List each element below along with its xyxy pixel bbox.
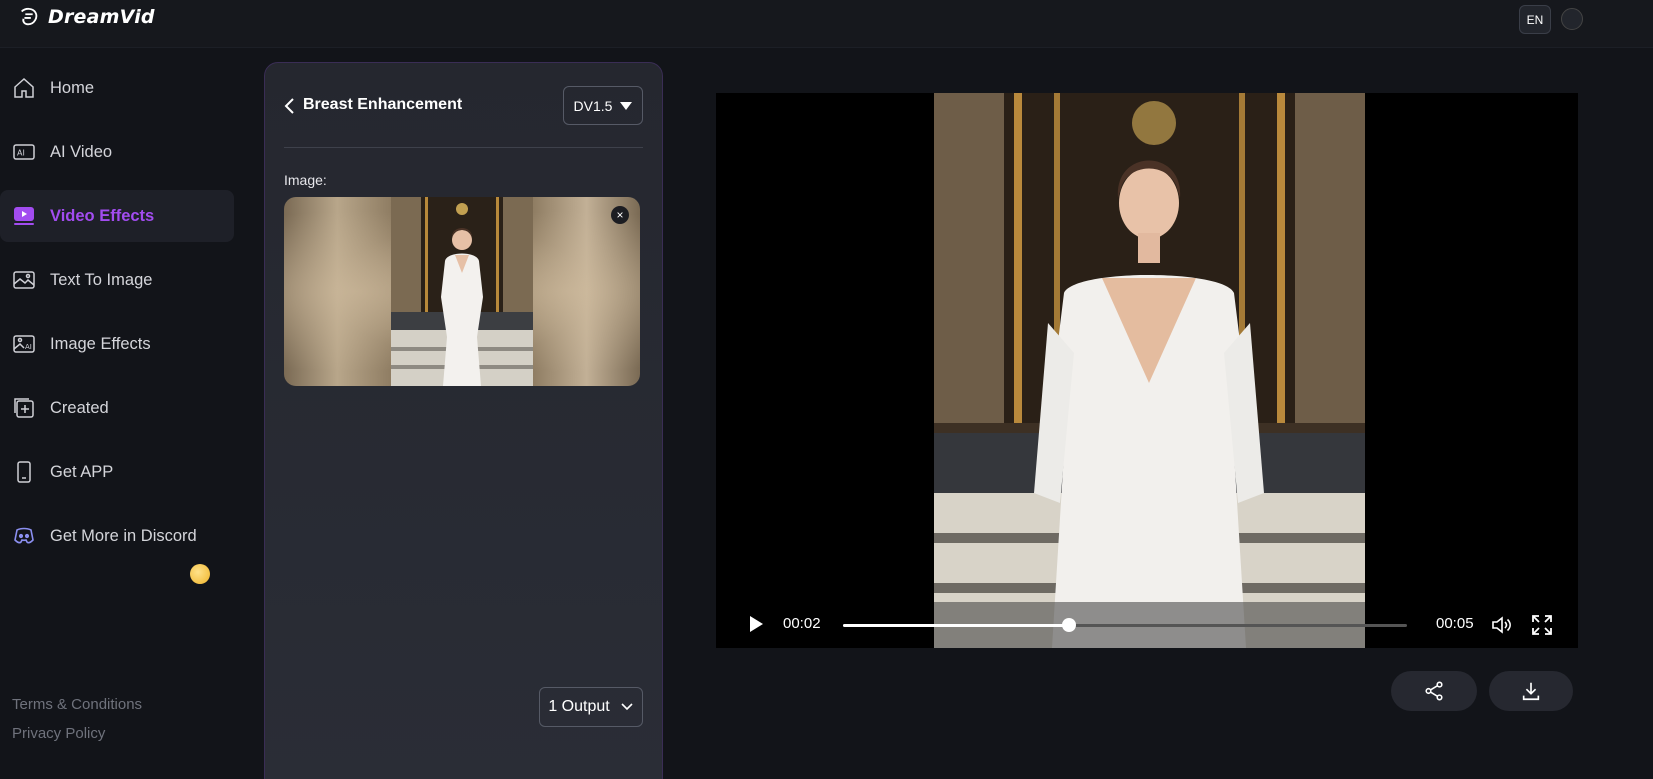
dreamvid-logo-icon [21, 7, 38, 26]
current-time: 00:02 [783, 615, 821, 632]
sidebar-item-video-effects[interactable]: Video Effects [0, 190, 234, 242]
video-controls: 00:02 00:05 [716, 602, 1578, 648]
share-button[interactable] [1391, 671, 1477, 711]
progress-handle[interactable] [1061, 618, 1076, 632]
user-avatar[interactable] [1561, 8, 1583, 30]
sidebar-item-home[interactable]: Home [0, 62, 234, 114]
image-effects-icon: AI [13, 335, 35, 353]
sidebar-item-get-app[interactable]: Get APP [0, 446, 234, 498]
text-to-image-icon [13, 271, 35, 289]
volume-icon[interactable] [1490, 613, 1514, 637]
sidebar-item-ai-video[interactable]: AI AI Video [0, 126, 234, 178]
fullscreen-icon[interactable] [1530, 613, 1554, 637]
image-thumbnail [391, 197, 533, 386]
app-name: DreamVid [48, 6, 155, 28]
sidebar-item-label: Get More in Discord [50, 526, 197, 545]
home-icon [14, 77, 34, 98]
effect-title: Breast Enhancement [303, 96, 463, 113]
divider [284, 147, 643, 148]
remove-image-button[interactable]: × [611, 206, 629, 224]
sidebar-item-label: Video Effects [50, 206, 155, 225]
video-frame [934, 93, 1365, 648]
coin-badge-icon [190, 564, 210, 584]
sidebar-item-label: Text To Image [50, 270, 153, 289]
woman-in-white-dress-image [391, 197, 533, 386]
download-button[interactable] [1489, 671, 1573, 711]
sidebar-item-label: Created [50, 398, 109, 417]
ai-video-icon: AI [13, 144, 35, 160]
model-value: DV1.5 [573, 97, 613, 114]
sidebar-item-image-effects[interactable]: AI Image Effects [0, 318, 234, 370]
back-chevron-icon[interactable] [283, 97, 297, 115]
effect-panel: Breast Enhancement DV1.5 Image: × 1 Outp… [264, 62, 663, 779]
progress-slider[interactable] [843, 618, 1407, 632]
sidebar-item-text-to-image[interactable]: Text To Image [0, 254, 234, 306]
uploaded-image [284, 197, 640, 386]
chevron-down-icon [621, 703, 633, 711]
play-icon[interactable] [750, 616, 763, 632]
duration: 00:05 [1436, 615, 1474, 632]
sidebar-item-label: AI Video [50, 142, 113, 161]
dropdown-caret-icon [620, 101, 633, 110]
svg-text:AI: AI [25, 343, 32, 351]
privacy-link[interactable]: Privacy Policy [12, 725, 105, 742]
model-select[interactable]: DV1.5 [563, 86, 643, 125]
video-effects-icon [14, 207, 34, 225]
share-icon [1425, 681, 1443, 701]
terms-link[interactable]: Terms & Conditions [12, 696, 142, 713]
sidebar-item-label: Home [50, 78, 95, 97]
video-preview-image [934, 93, 1365, 648]
video-player[interactable]: 00:02 00:05 [716, 93, 1578, 648]
sidebar-item-label: Image Effects [50, 334, 151, 353]
output-count-select[interactable]: 1 Output [539, 687, 643, 727]
phone-icon [17, 461, 31, 483]
sidebar-item-created[interactable]: Created [0, 382, 234, 434]
sidebar: Home AI AI Video Video Effects Text To I… [0, 48, 250, 779]
progress-fill [843, 624, 1069, 627]
app-logo[interactable]: DreamVid [18, 6, 155, 28]
sidebar-item-discord[interactable]: Get More in Discord [0, 510, 240, 562]
download-icon [1522, 682, 1540, 701]
image-label: Image: [284, 172, 327, 188]
language-button[interactable]: EN [1519, 5, 1551, 34]
output-count-value: 1 Output [548, 698, 610, 715]
discord-icon [14, 527, 34, 544]
created-icon [14, 398, 34, 418]
sidebar-item-label: Get APP [50, 462, 114, 481]
svg-text:AI: AI [17, 149, 25, 158]
top-bar: DreamVid EN [0, 0, 1653, 48]
